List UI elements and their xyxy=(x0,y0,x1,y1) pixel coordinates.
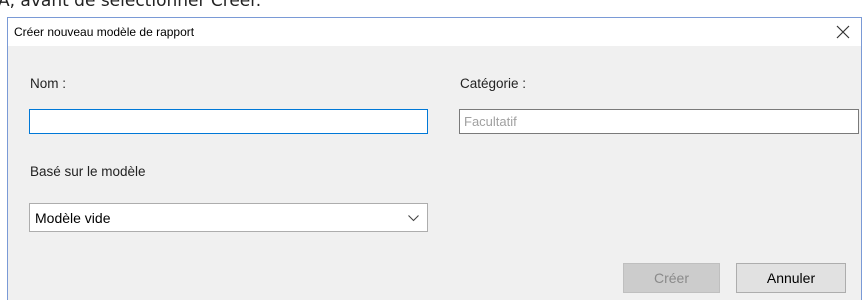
name-input[interactable] xyxy=(29,109,428,134)
category-label: Catégorie : xyxy=(460,76,527,91)
create-report-template-dialog: Créer nouveau modèle de rapport Nom : Ca… xyxy=(7,17,862,300)
name-label: Nom : xyxy=(30,76,67,91)
category-input[interactable] xyxy=(459,109,859,134)
dialog-titlebar: Créer nouveau modèle de rapport xyxy=(8,18,861,46)
based-on-template-label: Basé sur le modèle xyxy=(30,164,146,179)
chevron-down-icon xyxy=(408,215,419,222)
template-select-value: Modèle vide xyxy=(35,210,111,226)
close-button[interactable] xyxy=(825,18,861,46)
close-icon xyxy=(836,25,850,39)
dialog-title: Créer nouveau modèle de rapport xyxy=(14,25,195,39)
background-text: A, avant de sélectionner Créer. xyxy=(0,0,262,11)
template-select[interactable]: Modèle vide xyxy=(29,203,428,232)
cancel-button[interactable]: Annuler xyxy=(736,263,846,293)
create-button[interactable]: Créer xyxy=(623,263,720,293)
